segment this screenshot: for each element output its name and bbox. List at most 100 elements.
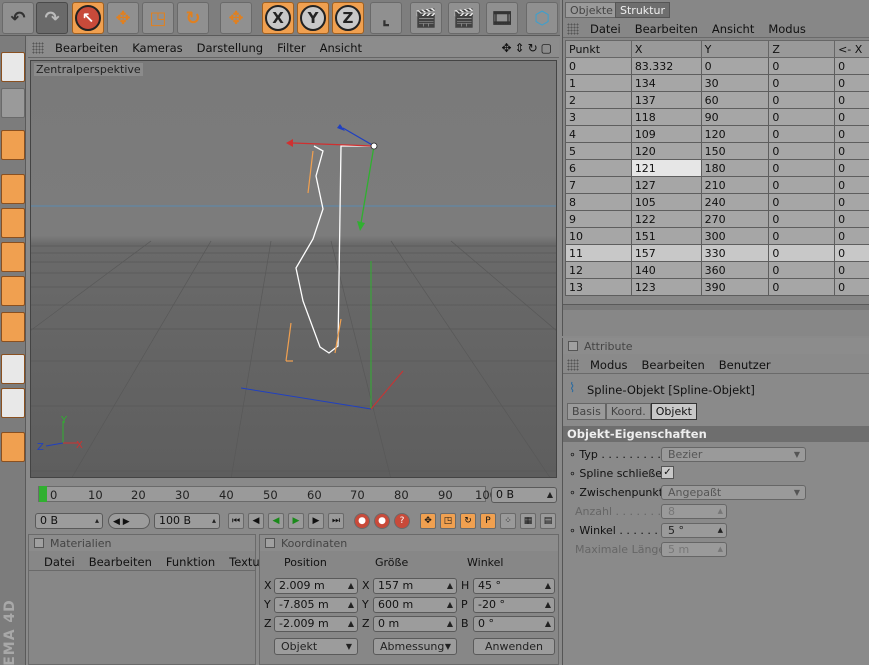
column-header-y[interactable]: Y (700, 40, 770, 58)
position-z-field[interactable]: -2.009 m ▲ (274, 616, 358, 632)
horizontal-scrollbar[interactable] (563, 304, 869, 310)
coordinate-system-icon[interactable]: ⌞ (370, 2, 402, 34)
table-row[interactable]: 5 120 150 0 0 (565, 142, 869, 160)
viewport-nav-icons[interactable]: ✥⇕↻▢ (501, 41, 555, 55)
size-y-field[interactable]: 600 m ▲ (373, 597, 457, 613)
structure-menu-bearbeiten[interactable]: Bearbeiten (628, 22, 705, 36)
table-cell[interactable]: 4 (565, 125, 632, 143)
points-mode-icon[interactable] (1, 208, 25, 238)
column-header-tangent-x[interactable]: <- X (834, 40, 869, 58)
table-row[interactable]: 6 121 180 0 0 (565, 159, 869, 177)
table-cell[interactable]: 127 (630, 176, 702, 194)
table-cell[interactable]: 8 (565, 193, 632, 211)
table-cell[interactable]: 151 (630, 227, 702, 245)
end-frame-field[interactable]: 100 B ▴ (154, 513, 220, 529)
size-z-field[interactable]: 0 m ▲ (373, 616, 457, 632)
typ-dropdown[interactable]: Bezier ▼ (661, 447, 806, 462)
model-mode-icon[interactable] (1, 52, 25, 82)
coordinate-mode-dropdown[interactable]: Objekt ▼ (274, 638, 358, 655)
table-row[interactable]: 0 83.332 0 0 0 (565, 57, 869, 75)
attributes-menu-benutzer[interactable]: Benutzer (712, 358, 778, 372)
table-cell[interactable]: 0 (834, 125, 869, 143)
anzahl-field[interactable]: 8 ▲ (661, 504, 727, 519)
table-cell[interactable]: 180 (700, 159, 770, 177)
table-cell[interactable]: 0 (768, 159, 836, 177)
winkel-field[interactable]: 5 ° ▲ (661, 523, 727, 538)
table-cell[interactable]: 122 (630, 210, 702, 228)
size-mode-dropdown[interactable]: Abmessung ▼ (373, 638, 457, 655)
table-cell[interactable]: 0 (768, 74, 836, 92)
key-pla-icon[interactable]: ⁘ (500, 513, 516, 529)
attributes-menu-bearbeiten[interactable]: Bearbeiten (635, 358, 712, 372)
table-row[interactable]: 2 137 60 0 0 (565, 91, 869, 109)
play-backward-icon[interactable]: ◀ (268, 513, 284, 529)
structure-menu-ansicht[interactable]: Ansicht (705, 22, 761, 36)
table-cell[interactable]: 2 (565, 91, 632, 109)
table-row[interactable]: 10 151 300 0 0 (565, 227, 869, 245)
menu-bearbeiten[interactable]: Bearbeiten (48, 41, 125, 55)
table-cell[interactable]: 0 (768, 210, 836, 228)
z-axis-lock-icon[interactable]: Z (332, 2, 364, 34)
table-cell[interactable]: 120 (700, 125, 770, 143)
panel-toggle-checkbox[interactable] (265, 538, 275, 548)
table-cell[interactable]: 30 (700, 74, 770, 92)
table-cell[interactable]: 0 (768, 261, 836, 279)
play-forward-icon[interactable]: ▶ (288, 513, 304, 529)
max-length-field[interactable]: 5 m ▲ (661, 542, 727, 557)
edges-mode-icon[interactable] (1, 242, 25, 272)
rotate-tool-icon[interactable]: ↻ (177, 2, 209, 34)
position-y-field[interactable]: -7.805 m ▲ (274, 597, 358, 613)
tab-basis[interactable]: Basis (567, 403, 606, 420)
intermediate-points-dropdown[interactable]: Angepaßt ▼ (661, 485, 806, 500)
cube-object-icon[interactable]: ⬡ (526, 2, 558, 34)
structure-menu-modus[interactable]: Modus (761, 22, 813, 36)
3d-viewport[interactable]: Y X Z Zentralperspektive (30, 60, 557, 478)
table-cell[interactable]: 10 (565, 227, 632, 245)
table-row[interactable]: 3 118 90 0 0 (565, 108, 869, 126)
angle-h-field[interactable]: 45 ° ▲ (473, 578, 555, 594)
table-cell[interactable]: 360 (700, 261, 770, 279)
table-cell[interactable]: 270 (700, 210, 770, 228)
table-row[interactable]: 13 123 390 0 0 (565, 278, 869, 296)
table-cell[interactable]: 0 (834, 261, 869, 279)
table-cell[interactable]: 0 (834, 227, 869, 245)
frame-range-slider[interactable]: ◀ ▶ (108, 513, 150, 529)
angle-b-field[interactable]: 0 ° ▲ (473, 616, 555, 632)
uv-mode-icon[interactable] (1, 312, 25, 342)
table-cell[interactable]: 0 (834, 176, 869, 194)
key-position-icon[interactable]: ✥ (420, 513, 436, 529)
workplane-icon[interactable] (1, 174, 25, 204)
table-cell[interactable]: 13 (565, 278, 632, 296)
close-spline-checkbox[interactable]: ✓ (661, 466, 674, 479)
table-row[interactable]: 12 140 360 0 0 (565, 261, 869, 279)
attributes-menu-modus[interactable]: Modus (583, 358, 635, 372)
materials-menu-funktion[interactable]: Funktion (159, 555, 222, 569)
current-frame-field[interactable]: 0 B ▲ (491, 487, 557, 503)
table-cell[interactable]: 6 (565, 159, 632, 177)
table-row[interactable]: 1 134 30 0 0 (565, 74, 869, 92)
table-cell[interactable]: 121 (630, 159, 702, 177)
table-cell[interactable]: 0 (768, 57, 836, 75)
table-cell[interactable]: 7 (565, 176, 632, 194)
redo-icon[interactable]: ↷ (36, 2, 68, 34)
table-cell[interactable]: 0 (834, 278, 869, 296)
table-cell[interactable]: 5 (565, 142, 632, 160)
table-cell[interactable]: 210 (700, 176, 770, 194)
polygons-mode-icon[interactable] (1, 276, 25, 306)
render-settings-icon[interactable]: 🎞 (486, 2, 518, 34)
timeline-window-icon[interactable]: ▤ (540, 513, 556, 529)
table-cell[interactable]: 0 (768, 91, 836, 109)
scale-tool-icon[interactable]: ◳ (142, 2, 174, 34)
panel-toggle-checkbox[interactable] (568, 341, 578, 351)
table-cell[interactable]: 90 (700, 108, 770, 126)
table-cell[interactable]: 12 (565, 261, 632, 279)
start-frame-field[interactable]: 0 B ▴ (35, 513, 103, 529)
table-cell[interactable]: 0 (834, 159, 869, 177)
table-cell[interactable]: 109 (630, 125, 702, 143)
table-cell[interactable]: 240 (700, 193, 770, 211)
table-cell[interactable]: 300 (700, 227, 770, 245)
tab-koord[interactable]: Koord. (605, 403, 651, 420)
table-row[interactable]: 8 105 240 0 0 (565, 193, 869, 211)
table-cell[interactable]: 123 (630, 278, 702, 296)
table-cell[interactable]: 9 (565, 210, 632, 228)
